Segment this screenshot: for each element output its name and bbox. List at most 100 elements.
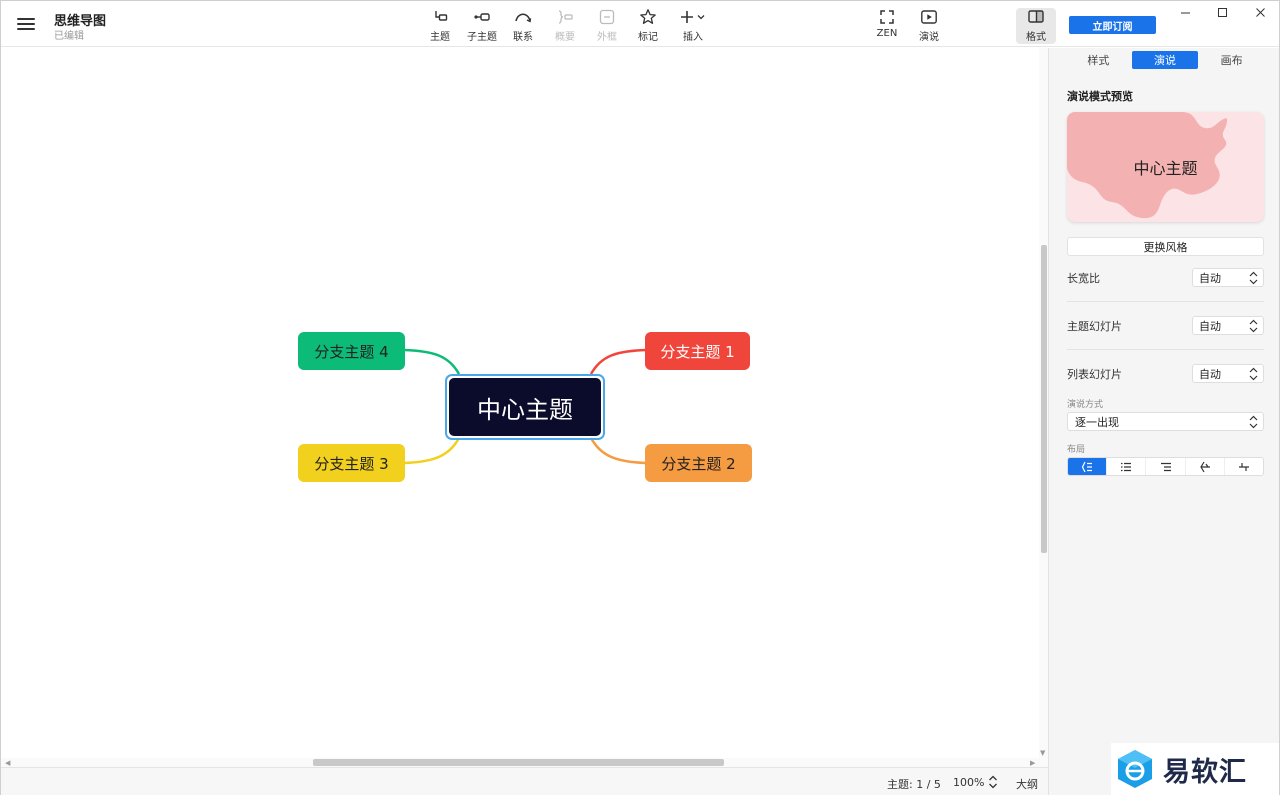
top-toolbar: 思维导图 已编辑 主题 子主题 联系 概要 外框 标记 插入 ZEN 演说 格式…	[1, 1, 1279, 47]
vertical-scroll-thumb[interactable]	[1041, 245, 1047, 553]
format-panel-icon	[1028, 10, 1044, 23]
topic-count: 主题: 1 / 5	[887, 778, 941, 791]
tab-pitch[interactable]: 演说	[1131, 51, 1199, 69]
format-panel: 样式 演说 画布 演说模式预览 中心主题 更换风格 长宽比 自动 主题幻灯片 自…	[1048, 48, 1279, 795]
layout-options	[1067, 457, 1264, 476]
central-topic[interactable]: 中心主题	[449, 378, 601, 436]
connector-branch-3	[403, 437, 461, 465]
summary-button-label: 概要	[555, 32, 575, 43]
preview-central-topic: 中心主题	[1133, 159, 1198, 178]
topic-slides-label: 主题幻灯片	[1067, 320, 1122, 333]
zen-button[interactable]: ZEN	[865, 8, 909, 44]
relation-button-label: 联系	[513, 32, 533, 43]
branch-topic-3[interactable]: 分支主题 3	[298, 444, 405, 482]
status-bar: 主题: 1 / 5 100% 大纲	[1, 767, 1048, 795]
aspect-ratio-value: 自动	[1199, 271, 1221, 285]
boundary-icon	[599, 9, 615, 25]
zoom-stepper-icon[interactable]	[988, 774, 998, 790]
layout-option-timeline[interactable]	[1225, 458, 1263, 475]
aspect-ratio-select[interactable]: 自动	[1192, 268, 1264, 287]
horizontal-scroll-thumb[interactable]	[313, 759, 724, 766]
branch-topic-2[interactable]: 分支主题 2	[645, 444, 752, 482]
scroll-right-arrow-icon[interactable]: ▶	[1030, 759, 1035, 767]
minimize-icon[interactable]	[1175, 4, 1195, 20]
marker-button-label: 标记	[638, 32, 658, 43]
pitch-preview[interactable]: 中心主题	[1067, 112, 1264, 222]
pitch-preview-heading: 演说模式预览	[1067, 90, 1133, 103]
layout-centered-icon	[1081, 461, 1093, 472]
pitch-mode-select[interactable]: 逐一出现	[1067, 412, 1264, 431]
zen-button-label: ZEN	[876, 28, 898, 39]
watermark-logo-icon	[1118, 750, 1152, 788]
change-style-button[interactable]: 更换风格	[1067, 237, 1264, 256]
layout-option-centered[interactable]	[1068, 458, 1108, 475]
connector-branch-1	[589, 348, 647, 375]
topic-slides-value: 自动	[1199, 319, 1221, 333]
maximize-icon[interactable]	[1212, 4, 1232, 20]
select-arrows-icon	[1249, 271, 1258, 285]
layout-list-icon	[1121, 462, 1132, 471]
plus-dropdown-icon	[681, 11, 705, 23]
fullscreen-icon	[880, 10, 894, 24]
list-slides-label: 列表幻灯片	[1067, 368, 1122, 381]
star-icon	[640, 9, 656, 24]
menu-icon[interactable]	[15, 13, 37, 35]
summary-brace-icon	[558, 10, 573, 24]
zoom-level[interactable]: 100%	[953, 776, 984, 789]
tab-canvas[interactable]: 画布	[1198, 51, 1265, 69]
layout-option-list[interactable]	[1107, 458, 1147, 475]
panel-divider	[1067, 349, 1264, 350]
subtopic-button-label: 子主题	[467, 32, 497, 43]
document-status: 已编辑	[54, 31, 84, 42]
layout-option-branch[interactable]	[1186, 458, 1225, 475]
play-icon	[921, 10, 937, 24]
boundary-button-label: 外框	[597, 32, 617, 43]
boundary-button[interactable]: 外框	[585, 8, 629, 44]
topic-button[interactable]: 主题	[418, 8, 462, 44]
marker-button[interactable]: 标记	[626, 8, 670, 44]
topic-slides-select[interactable]: 自动	[1192, 316, 1264, 335]
layout-label: 布局	[1067, 445, 1086, 455]
connector-branch-2	[589, 437, 647, 465]
topic-icon	[435, 11, 448, 21]
pitch-mode-label: 演说方式	[1067, 400, 1104, 410]
scroll-down-arrow-icon[interactable]: ▼	[1040, 749, 1045, 757]
layout-option-indent[interactable]	[1146, 458, 1186, 475]
panel-tabs: 样式 演说 画布	[1065, 51, 1265, 69]
select-arrows-icon	[1249, 319, 1258, 333]
pitch-button[interactable]: 演说	[907, 8, 951, 44]
mindmap-canvas[interactable]: 中心主题 分支主题 1 分支主题 2 分支主题 3 分支主题 4	[1, 48, 1048, 758]
select-arrows-icon	[1249, 415, 1258, 429]
format-button-label: 格式	[1026, 32, 1046, 43]
outline-button[interactable]: 大纲	[1016, 776, 1038, 792]
subtopic-button[interactable]: 子主题	[460, 8, 504, 44]
format-button[interactable]: 格式	[1016, 8, 1056, 44]
insert-button[interactable]: 插入	[671, 8, 715, 44]
select-arrows-icon	[1249, 367, 1258, 381]
layout-branch-icon	[1200, 461, 1210, 472]
watermark: 易软汇	[1111, 743, 1279, 795]
branch-topic-1[interactable]: 分支主题 1	[645, 332, 750, 370]
pitch-button-label: 演说	[919, 32, 939, 43]
panel-divider	[1067, 301, 1264, 302]
branch-topic-4[interactable]: 分支主题 4	[298, 332, 405, 370]
topic-button-label: 主题	[430, 32, 450, 43]
watermark-text: 易软汇	[1163, 756, 1247, 788]
connector-branch-4	[403, 348, 461, 375]
close-icon[interactable]	[1250, 4, 1270, 20]
relation-curve-icon	[515, 13, 532, 23]
layout-indent-icon	[1160, 462, 1171, 471]
summary-button[interactable]: 概要	[543, 8, 587, 44]
list-slides-value: 自动	[1199, 367, 1221, 381]
layout-timeline-icon	[1238, 462, 1249, 471]
subscribe-button[interactable]: 立即订阅	[1069, 16, 1156, 34]
scroll-left-arrow-icon[interactable]: ◀	[5, 759, 10, 767]
tab-style[interactable]: 样式	[1065, 51, 1132, 69]
subtopic-icon	[474, 13, 490, 21]
list-slides-select[interactable]: 自动	[1192, 364, 1264, 383]
pitch-mode-value: 逐一出现	[1075, 415, 1119, 429]
relation-button[interactable]: 联系	[501, 8, 545, 44]
central-topic-selection: 中心主题	[445, 374, 605, 440]
aspect-ratio-label: 长宽比	[1067, 272, 1100, 285]
insert-button-label: 插入	[683, 32, 703, 43]
